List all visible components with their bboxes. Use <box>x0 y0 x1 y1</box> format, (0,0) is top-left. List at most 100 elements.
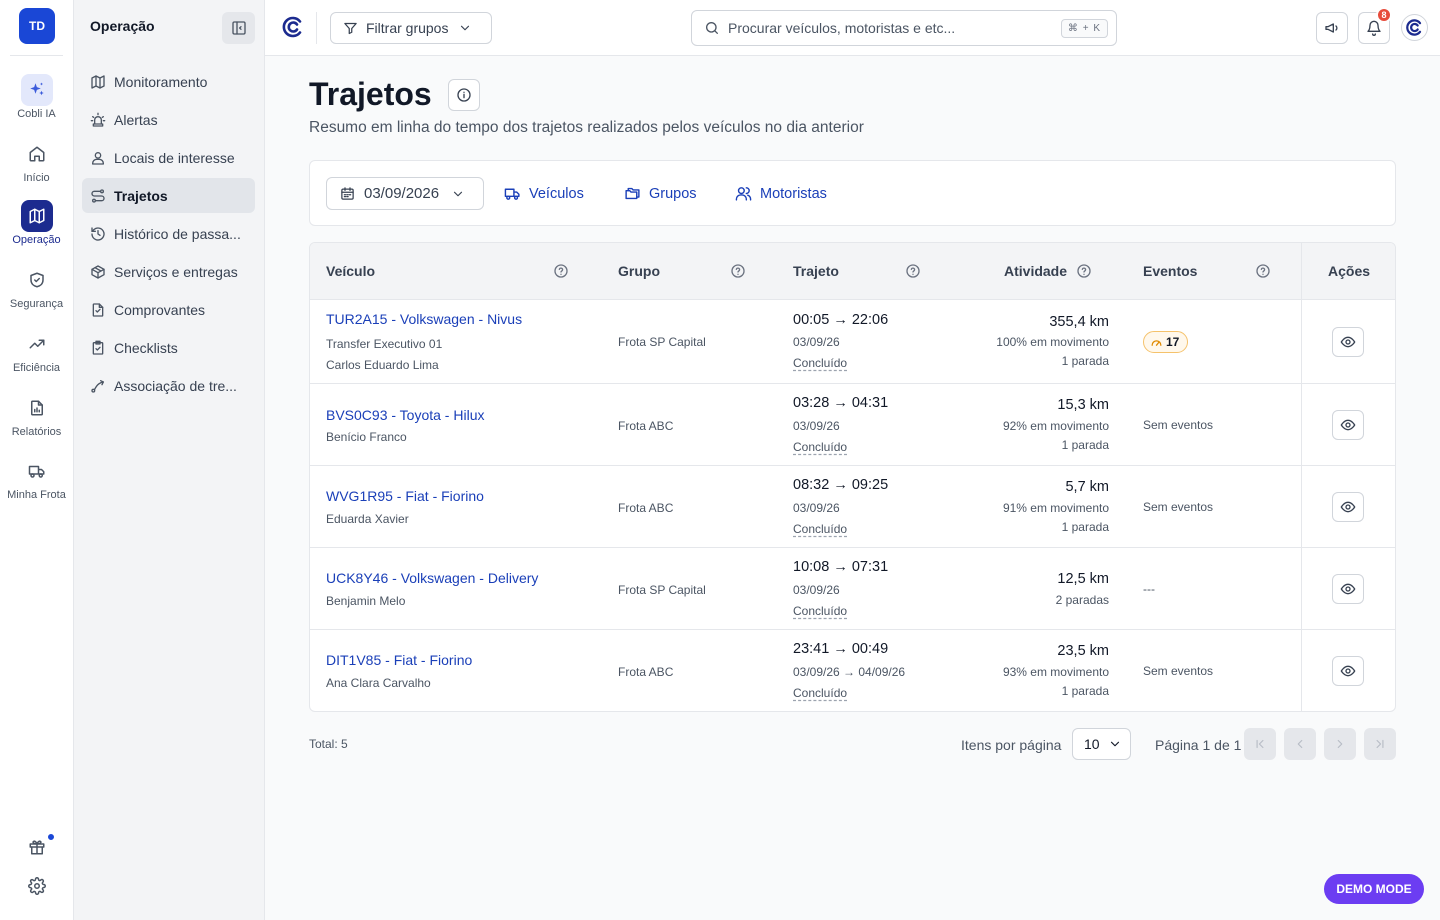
view-route-button[interactable] <box>1332 656 1364 686</box>
next-page-button[interactable] <box>1324 728 1356 760</box>
help-icon[interactable] <box>553 263 569 279</box>
trend-icon <box>21 328 53 360</box>
previous-page-button[interactable] <box>1284 728 1316 760</box>
vehicle-link[interactable]: UCK8Y46 - Volkswagen - Delivery <box>326 570 538 586</box>
collapse-sidebar-button[interactable] <box>222 12 255 44</box>
sidebar-item-trajetos[interactable]: Trajetos <box>82 178 255 213</box>
sidebar-item-label: Associação de tre... <box>114 377 237 394</box>
sidebar-item-monitoramento[interactable]: Monitoramento <box>82 64 255 99</box>
report-icon <box>21 392 53 424</box>
route-distance: 355,4 km <box>1049 314 1109 330</box>
settings-button[interactable] <box>0 877 73 895</box>
view-route-button[interactable] <box>1332 410 1364 440</box>
route-status[interactable]: Concluído <box>793 686 847 700</box>
account-avatar[interactable]: TD <box>19 8 55 44</box>
table-row: DIT1V85 - Fiat - Fiorino Ana Clara Carva… <box>310 630 1395 711</box>
announcements-button[interactable] <box>1316 12 1348 44</box>
sidebar-item-checklists[interactable]: Checklists <box>82 330 255 365</box>
eye-icon <box>1340 334 1356 350</box>
sidebar-item-servicos[interactable]: Serviços e entregas <box>82 254 255 289</box>
column-header-events[interactable]: Eventos <box>1143 263 1197 279</box>
rail-item-seguranca[interactable]: Segurança <box>0 264 73 310</box>
help-icon[interactable] <box>1076 263 1092 279</box>
route-time: 10:08 → 07:31 <box>793 559 889 575</box>
stops-count: 1 parada <box>1061 684 1109 698</box>
notifications-button[interactable]: 8 <box>1358 7 1392 44</box>
tab-label: Veículos <box>529 185 584 202</box>
cobli-logo-icon[interactable] <box>281 15 305 39</box>
vehicle-link[interactable]: WVG1R95 - Fiat - Fiorino <box>326 488 484 504</box>
topbar-divider <box>316 12 317 44</box>
rail-item-eficiencia[interactable]: Eficiência <box>0 328 73 374</box>
column-header-actions: Ações <box>1328 263 1371 279</box>
driver-name: Benício Franco <box>326 430 407 444</box>
group-name: Frota SP Capital <box>618 335 706 349</box>
date-picker[interactable]: 03/09/2026 <box>326 177 484 210</box>
last-page-button[interactable] <box>1364 728 1396 760</box>
gear-icon <box>27 877 46 895</box>
sparkle-icon <box>20 74 53 106</box>
view-route-button[interactable] <box>1332 327 1364 357</box>
tab-motoristas[interactable]: Motoristas <box>735 185 827 202</box>
sidebar-item-label: Histórico de passa... <box>114 225 241 242</box>
tab-grupos[interactable]: Grupos <box>624 185 697 202</box>
help-icon[interactable] <box>730 263 746 279</box>
events-text: Sem eventos <box>1143 500 1214 514</box>
home-icon <box>21 138 53 170</box>
route-status[interactable]: Concluído <box>793 522 847 536</box>
help-icon[interactable] <box>1255 263 1271 279</box>
route-status[interactable]: Concluído <box>793 356 847 370</box>
rail-item-operacao[interactable]: Operação <box>0 200 73 246</box>
history-icon <box>90 226 106 242</box>
vehicle-link[interactable]: DIT1V85 - Fiat - Fiorino <box>326 652 472 668</box>
sidebar-item-locais[interactable]: Locais de interesse <box>82 140 255 175</box>
column-header-route[interactable]: Trajeto <box>793 263 839 279</box>
truck-icon <box>504 185 529 202</box>
rail-label: Início <box>23 172 50 184</box>
page-subtitle: Resumo em linha do tempo dos trajetos re… <box>309 119 864 136</box>
route-distance: 12,5 km <box>1057 571 1109 587</box>
view-route-button[interactable] <box>1332 492 1364 522</box>
rail-item-minha-frota[interactable]: Minha Frota <box>0 455 73 501</box>
vehicle-link[interactable]: BVS0C93 - Toyota - Hilux <box>326 407 484 423</box>
column-header-vehicle[interactable]: Veículo <box>326 263 375 279</box>
route-distance: 5,7 km <box>1065 479 1109 495</box>
route-time: 23:41 → 00:49 <box>793 641 889 657</box>
map-icon <box>90 74 106 90</box>
filter-groups-button[interactable]: Filtrar grupos <box>330 12 492 44</box>
global-search-input[interactable]: Procurar veículos, motoristas e etc... ⌘… <box>691 10 1117 46</box>
profile-button[interactable] <box>1401 14 1428 41</box>
page-info-button[interactable] <box>447 78 480 111</box>
sidebar-item-associacao[interactable]: Associação de tre... <box>82 368 255 403</box>
events-count: 17 <box>1166 335 1180 349</box>
vehicle-link[interactable]: TUR2A15 - Volkswagen - Nivus <box>326 311 522 327</box>
demo-mode-badge[interactable]: DEMO MODE <box>1324 874 1424 904</box>
sidebar-item-comprovantes[interactable]: Comprovantes <box>82 292 255 327</box>
info-icon <box>456 87 472 103</box>
view-route-button[interactable] <box>1332 574 1364 604</box>
total-count: Total: 5 <box>309 737 348 751</box>
link-icon <box>90 378 106 394</box>
items-per-page-select[interactable]: 10 <box>1072 728 1131 760</box>
route-status[interactable]: Concluído <box>793 440 847 454</box>
table-row: TUR2A15 - Volkswagen - Nivus Transfer Ex… <box>310 300 1395 384</box>
map-icon <box>20 200 53 232</box>
column-header-group[interactable]: Grupo <box>618 263 660 279</box>
rail-item-inicio[interactable]: Início <box>0 138 73 184</box>
tab-label: Grupos <box>649 185 697 202</box>
sidebar-item-historico[interactable]: Histórico de passa... <box>82 216 255 251</box>
eye-icon <box>1340 499 1356 515</box>
search-placeholder: Procurar veículos, motoristas e etc... <box>728 20 956 36</box>
rail-item-cobli-ia[interactable]: Cobli IA <box>0 74 73 120</box>
first-page-button[interactable] <box>1244 728 1276 760</box>
sidebar-item-alertas[interactable]: Alertas <box>82 102 255 137</box>
events-badge[interactable]: 17 <box>1143 331 1189 353</box>
group-name: Frota SP Capital <box>618 583 706 597</box>
route-status[interactable]: Concluído <box>793 604 847 618</box>
sidebar-item-label: Alertas <box>114 111 158 128</box>
column-header-activity[interactable]: Atividade <box>1004 263 1067 279</box>
help-icon[interactable] <box>905 263 921 279</box>
tab-veiculos[interactable]: Veículos <box>504 185 584 202</box>
gift-button[interactable] <box>0 832 73 856</box>
rail-item-relatorios[interactable]: Relatórios <box>0 392 73 438</box>
